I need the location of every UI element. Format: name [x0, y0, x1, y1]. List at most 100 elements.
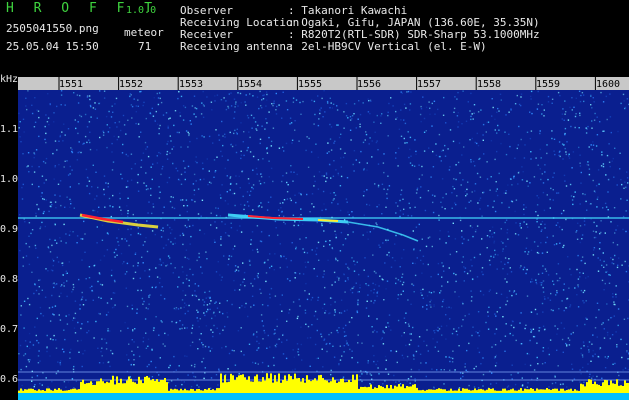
noise-pixel [105, 314, 108, 316]
noise-pixel [165, 112, 168, 114]
noise-pixel [542, 286, 544, 289]
time-tick-label: 1552 [119, 79, 144, 90]
noise-pixel [222, 312, 224, 315]
noise-pixel [434, 346, 436, 348]
noise-pixel [106, 249, 109, 251]
noise-pixel [137, 265, 139, 267]
noise-pixel [439, 155, 441, 158]
noise-pixel [97, 280, 99, 283]
noise-pixel [192, 273, 194, 276]
noise-pixel [73, 286, 75, 288]
noise-pixel [266, 99, 268, 101]
noise-pixel [292, 214, 295, 216]
noise-pixel [590, 360, 592, 362]
noise-pixel [154, 120, 156, 122]
noise-pixel [313, 315, 316, 317]
noise-pixel [475, 365, 477, 368]
noise-pixel [25, 365, 28, 368]
noise-pixel [257, 159, 260, 161]
level-bar [338, 381, 340, 393]
noise-pixel [541, 302, 544, 305]
noise-pixel [539, 130, 541, 132]
noise-pixel [479, 290, 482, 292]
noise-pixel [603, 337, 606, 339]
noise-pixel [542, 280, 544, 282]
level-bar [152, 379, 154, 393]
noise-pixel [67, 381, 70, 383]
noise-pixel [98, 296, 100, 299]
noise-pixel [625, 270, 628, 273]
noise-pixel [596, 206, 598, 208]
noise-pixel [441, 334, 443, 336]
level-bar [532, 388, 534, 393]
noise-pixel [171, 206, 174, 209]
noise-pixel [550, 309, 553, 311]
noise-pixel [409, 103, 412, 105]
noise-pixel [563, 309, 565, 312]
noise-pixel [543, 115, 545, 117]
noise-pixel [401, 283, 404, 286]
noise-pixel [55, 347, 58, 349]
noise-pixel [584, 323, 586, 326]
noise-pixel [210, 212, 212, 214]
noise-pixel [322, 276, 324, 278]
noise-pixel [234, 265, 237, 267]
noise-pixel [176, 170, 179, 172]
level-bar [32, 388, 34, 393]
level-bar [108, 382, 110, 393]
noise-pixel [31, 271, 33, 273]
noise-pixel [425, 375, 427, 378]
noise-pixel [55, 372, 58, 375]
noise-pixel [514, 157, 516, 159]
noise-pixel [142, 262, 144, 264]
noise-pixel [332, 199, 334, 201]
noise-pixel [476, 225, 479, 227]
noise-pixel [221, 155, 223, 157]
noise-pixel [607, 319, 610, 321]
noise-pixel [390, 350, 392, 352]
info-antenna-key: Receiving antenna [180, 40, 293, 53]
noise-pixel [429, 113, 431, 115]
noise-pixel [52, 258, 54, 260]
noise-pixel [282, 202, 284, 204]
noise-pixel [374, 299, 376, 302]
noise-pixel [52, 283, 54, 285]
noise-pixel [458, 327, 460, 329]
noise-pixel [252, 361, 254, 364]
noise-pixel [441, 285, 443, 287]
noise-pixel [429, 304, 431, 306]
noise-pixel [340, 231, 343, 234]
noise-pixel [612, 157, 614, 160]
noise-pixel [461, 236, 463, 238]
noise-pixel [536, 377, 539, 379]
noise-pixel [625, 210, 627, 212]
noise-pixel [541, 104, 543, 106]
noise-pixel [19, 344, 22, 347]
level-bar [30, 388, 32, 393]
noise-pixel [132, 265, 135, 267]
noise-pixel [230, 105, 233, 107]
noise-pixel [323, 90, 325, 92]
noise-pixel [110, 116, 113, 118]
noise-pixel [335, 258, 337, 261]
noise-pixel [611, 262, 613, 264]
noise-pixel [505, 303, 507, 306]
noise-pixel [223, 255, 225, 257]
noise-pixel [610, 221, 612, 223]
noise-pixel [92, 299, 94, 301]
noise-pixel [573, 106, 575, 108]
noise-pixel [603, 289, 605, 291]
noise-pixel [181, 327, 183, 330]
noise-pixel [288, 312, 290, 314]
noise-pixel [343, 111, 345, 113]
level-bar [150, 380, 152, 393]
noise-pixel [137, 289, 139, 292]
level-bar [230, 373, 232, 393]
noise-pixel [302, 248, 304, 250]
noise-pixel [38, 293, 40, 295]
noise-pixel [28, 303, 31, 306]
noise-pixel [255, 167, 258, 170]
noise-pixel [360, 370, 362, 372]
noise-pixel [422, 306, 424, 308]
noise-pixel [537, 245, 539, 247]
